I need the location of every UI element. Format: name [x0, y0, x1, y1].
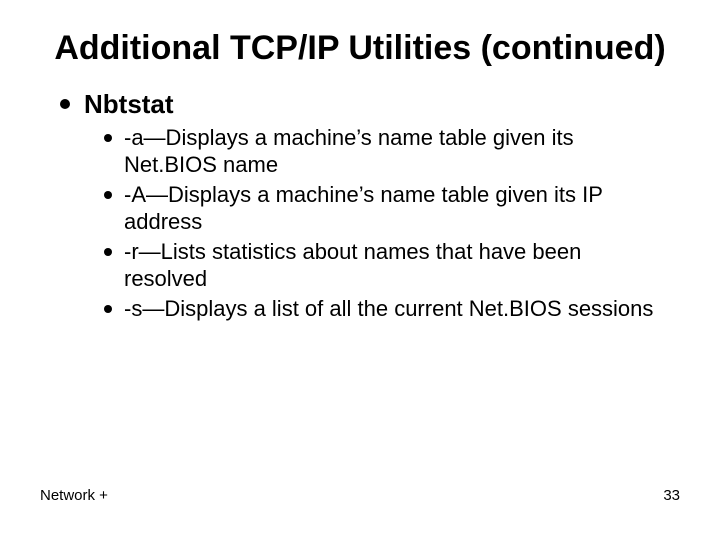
list-item-label: -r—Lists statistics about names that hav…	[124, 238, 670, 293]
list-item-label: -a—Displays a machine’s name table given…	[124, 124, 670, 179]
bullet-icon	[104, 305, 112, 313]
bullet-icon	[104, 134, 112, 142]
list-item: -s—Displays a list of all the current Ne…	[104, 295, 670, 323]
bullet-icon	[104, 248, 112, 256]
bullet-icon	[104, 191, 112, 199]
list-item: -A—Displays a machine’s name table given…	[104, 181, 670, 236]
footer-left: Network +	[40, 487, 108, 504]
list-item: -r—Lists statistics about names that hav…	[104, 238, 670, 293]
list-heading: Nbtstat	[84, 89, 174, 120]
slide-content: Nbtstat -a—Displays a machine’s name tab…	[40, 89, 680, 323]
slide: Additional TCP/IP Utilities (continued) …	[0, 0, 720, 540]
slide-number: 33	[663, 487, 680, 504]
list-item: -a—Displays a machine’s name table given…	[104, 124, 670, 179]
sublist: -a—Displays a machine’s name table given…	[60, 124, 680, 323]
slide-footer: Network + 33	[40, 487, 680, 504]
list-item-label: -A—Displays a machine’s name table given…	[124, 181, 670, 236]
list-item: Nbtstat	[60, 89, 680, 120]
list-item-label: -s—Displays a list of all the current Ne…	[124, 295, 653, 323]
slide-title: Additional TCP/IP Utilities (continued)	[40, 28, 680, 69]
bullet-icon	[60, 99, 70, 109]
